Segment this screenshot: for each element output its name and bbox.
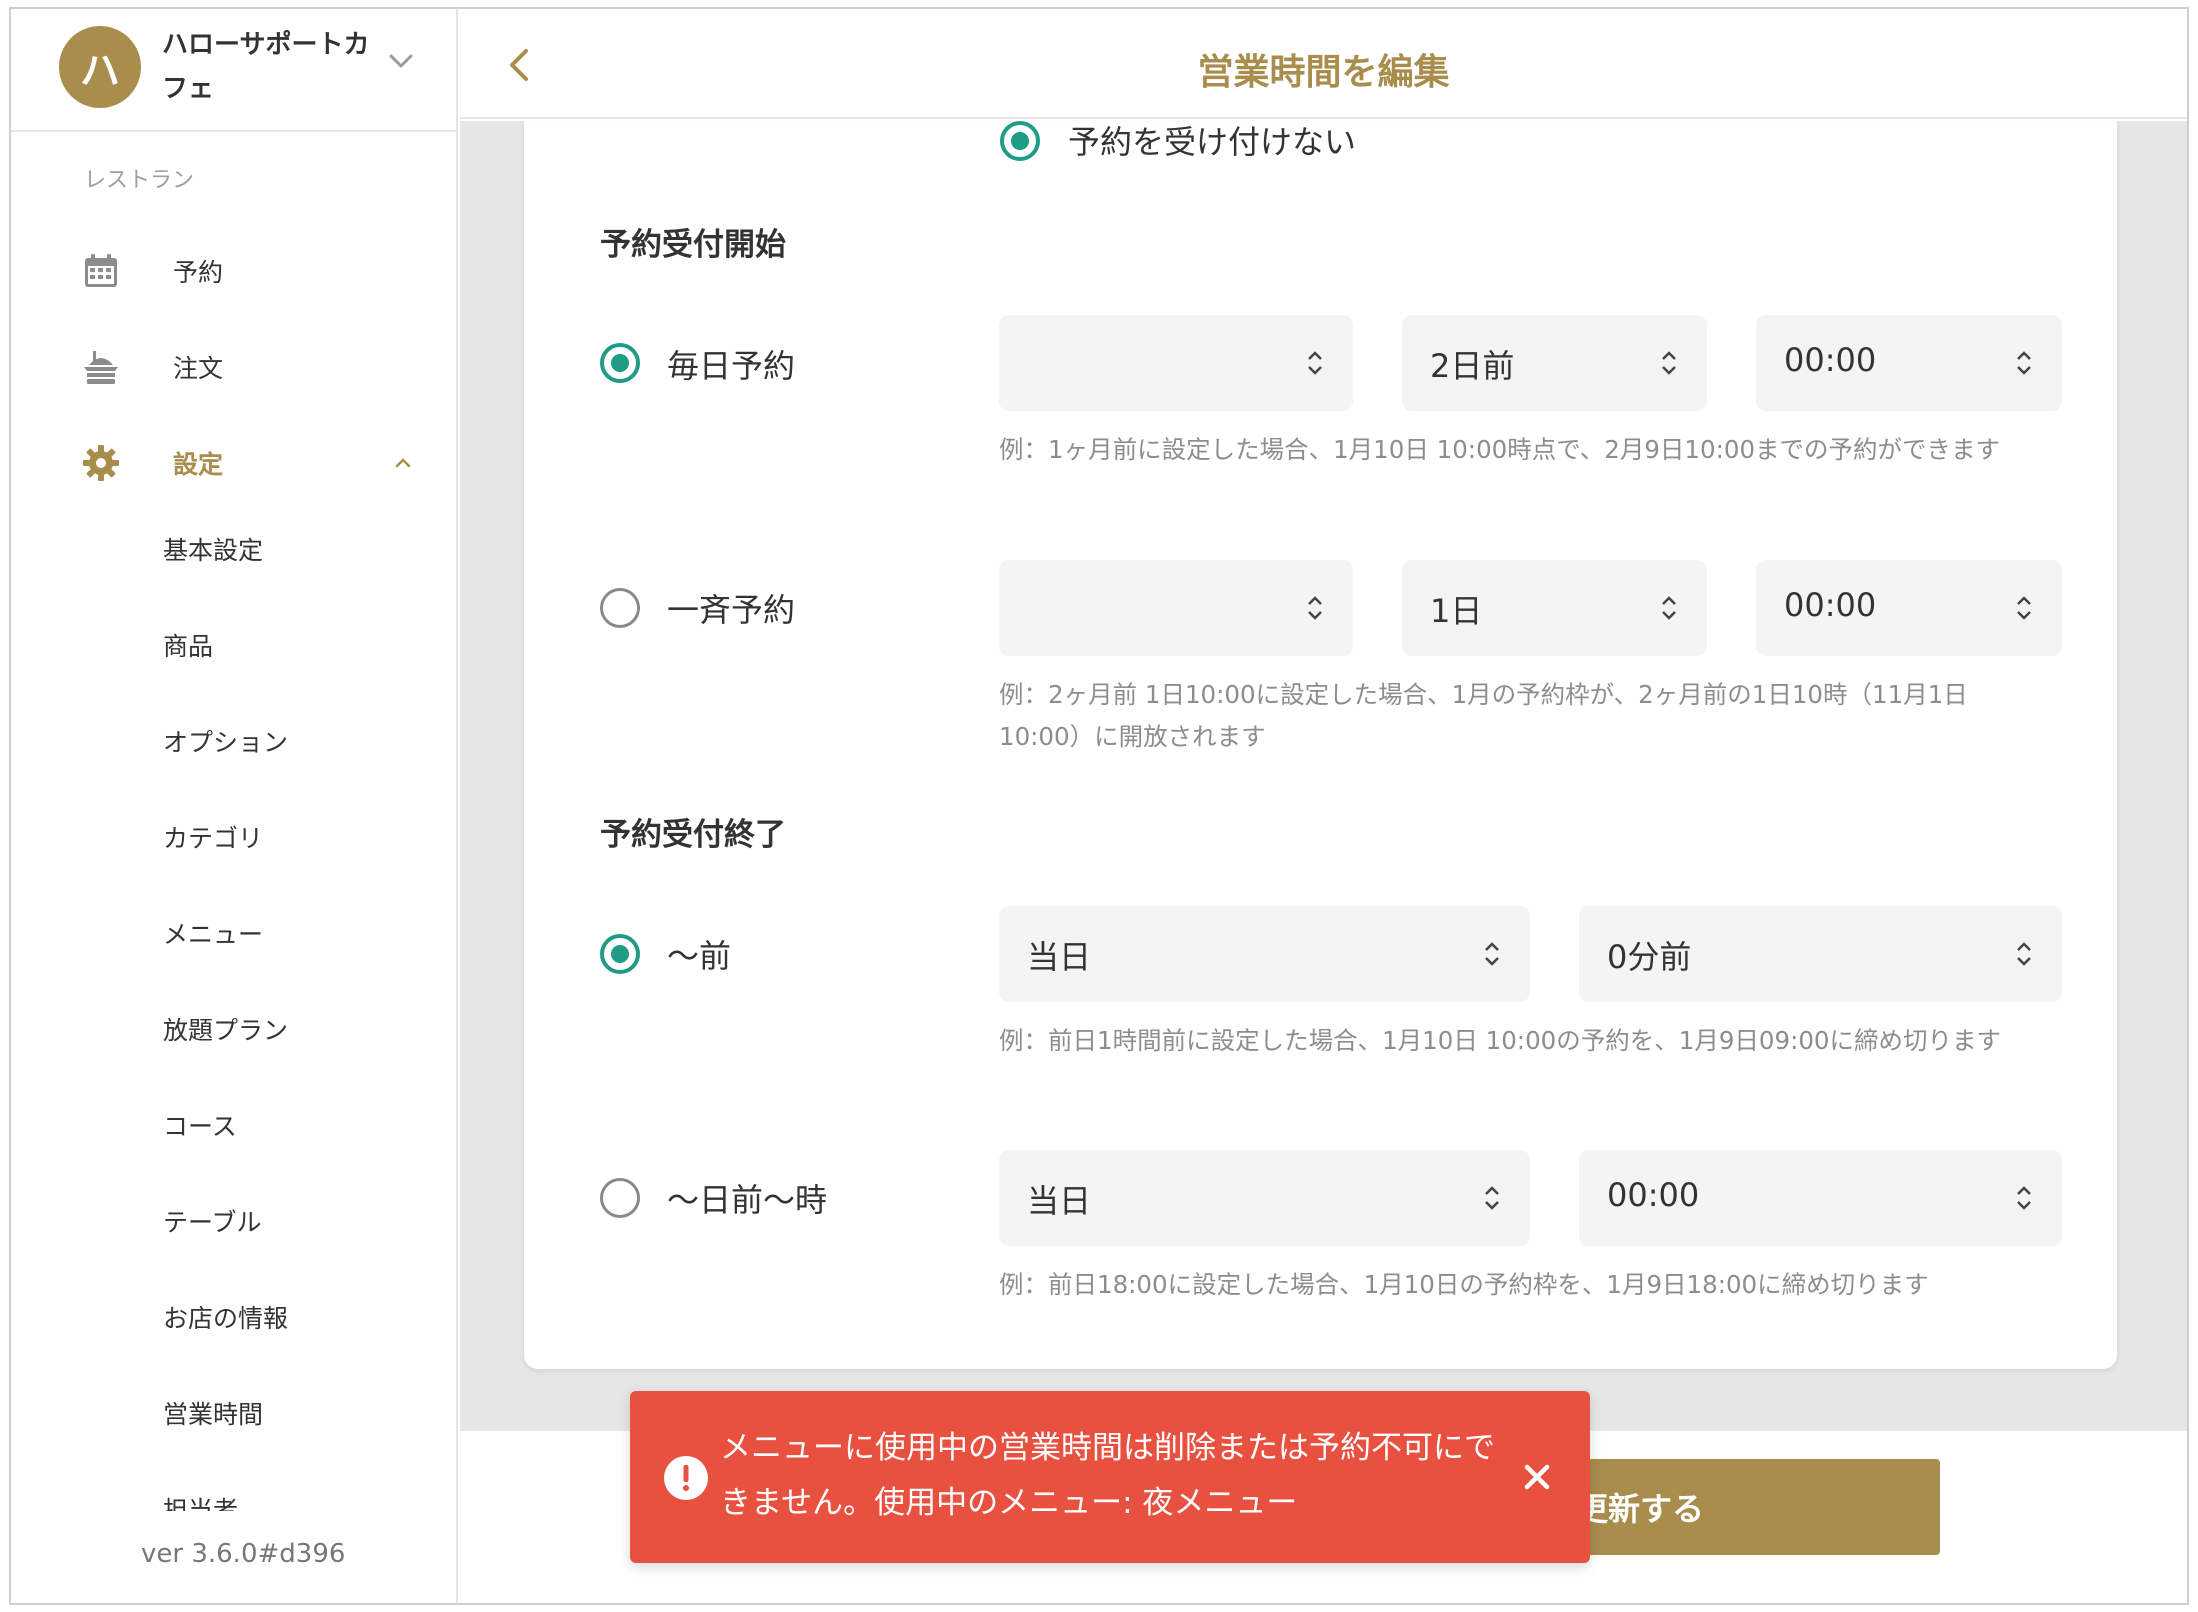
hint-before: 例：前日1時間前に設定した場合、1月10日 10:00の予約を、1月9日09:0… [999, 1026, 2002, 1055]
select-arrows-icon [1308, 351, 1322, 375]
gear-icon [83, 445, 119, 481]
select-value: 当日 [1027, 938, 1092, 976]
sidebar-item-reservation[interactable]: 予約 [11, 231, 458, 311]
calendar-icon [85, 254, 117, 287]
daily-period-select[interactable] [999, 315, 1353, 411]
daily-days-before-select[interactable]: 2日前 [1402, 315, 1707, 411]
sidebar-subitem-options[interactable]: オプション [163, 723, 288, 763]
select-arrows-icon [1662, 596, 1676, 620]
radio-bulk-reservation[interactable] [600, 588, 640, 628]
radio-no-reservation[interactable] [1000, 121, 1040, 161]
radio-days-before-time[interactable] [600, 1178, 640, 1218]
app-window: ハ ハローサポートカフェ レストラン 予約 注文 設定 基本設定 商品 オプショ… [9, 7, 2189, 1605]
sidebar-subitem-courses[interactable]: コース [163, 1107, 237, 1147]
hint-days-before-time: 例：前日18:00に設定した場合、1月10日の予約枠を、1月9日18:00に締め… [999, 1270, 1929, 1299]
select-value: 当日 [1027, 1182, 1092, 1220]
food-order-icon [84, 351, 118, 384]
store-avatar: ハ [59, 26, 141, 108]
page-title: 営業時間を編集 [1197, 52, 1450, 93]
before-minutes-select[interactable]: 0分前 [1579, 906, 2062, 1002]
sidebar-subitem-staff[interactable]: 担当者 [163, 1491, 238, 1511]
chevron-down-icon[interactable] [385, 45, 417, 77]
sidebar-item-order[interactable]: 注文 [11, 327, 458, 407]
select-value: 1日 [1430, 592, 1483, 630]
select-arrows-icon [1308, 596, 1322, 620]
sidebar-subitem-store-info[interactable]: お店の情報 [163, 1299, 288, 1339]
section-title-reservation-start: 予約受付開始 [600, 227, 786, 263]
business-hours-form: 予約を受け付けない 予約受付開始 毎日予約 2日前 00:00 例：1ヶ月前に設… [524, 121, 2117, 1369]
sidebar-subitem-all-you-can-plans[interactable]: 放題プラン [163, 1011, 288, 1051]
alert-icon [664, 1456, 708, 1500]
sidebar-subitem-menu[interactable]: メニュー [163, 915, 263, 955]
select-arrows-icon [1485, 1186, 1499, 1210]
radio-daily-reservation[interactable] [600, 343, 640, 383]
page-header: 営業時間を編集 [460, 9, 2187, 119]
select-arrows-icon [2017, 596, 2031, 620]
close-icon[interactable] [1517, 1457, 1557, 1497]
sidebar-item-label: 注文 [173, 354, 224, 383]
select-arrows-icon [2017, 1186, 2031, 1210]
bulk-day-select[interactable]: 1日 [1402, 560, 1707, 656]
select-value: 00:00 [1784, 586, 1877, 624]
sidebar-subitem-basic-settings[interactable]: 基本設定 [163, 531, 263, 571]
select-arrows-icon [1662, 351, 1676, 375]
sidebar-item-settings[interactable]: 設定 [11, 423, 458, 503]
radio-label-bulk-reservation: 一斉予約 [667, 591, 796, 629]
store-switcher[interactable]: ハ ハローサポートカフェ [11, 9, 458, 132]
store-name: ハローサポートカフェ [162, 30, 370, 104]
sidebar-subitem-products[interactable]: 商品 [163, 627, 213, 667]
hint-bulk-reservation: 例：2ヶ月前 1日10:00に設定した場合、1月の予約枠が、2ヶ月前の1日10時… [999, 680, 1968, 751]
select-arrows-icon [2017, 942, 2031, 966]
select-arrows-icon [2017, 351, 2031, 375]
chevron-up-icon[interactable] [389, 449, 417, 477]
radio-label-before: 〜前 [667, 937, 732, 975]
select-value: 2日前 [1430, 347, 1515, 385]
radio-label-daily-reservation: 毎日予約 [667, 347, 796, 385]
sidebar-subitem-tables[interactable]: テーブル [163, 1203, 262, 1243]
toast-message: メニューに使用中の営業時間は削除または予約不可にできません。使用中のメニュー: … [720, 1430, 1495, 1521]
days-before-time-select[interactable]: 00:00 [1579, 1150, 2062, 1246]
select-value: 0分前 [1607, 938, 1692, 976]
section-label-restaurant: レストラン [84, 168, 195, 193]
radio-label-no-reservation: 予約を受け付けない [1068, 123, 1357, 161]
version-label: ver 3.6.0#d396 [141, 1539, 346, 1569]
sidebar-item-label: 設定 [173, 450, 224, 479]
sidebar-subitem-business-hours[interactable]: 営業時間 [163, 1395, 263, 1435]
radio-label-days-before-time: 〜日前〜時 [667, 1181, 828, 1219]
radio-before[interactable] [600, 934, 640, 974]
sidebar: ハ ハローサポートカフェ レストラン 予約 注文 設定 基本設定 商品 オプショ… [11, 9, 458, 1603]
bulk-period-select[interactable] [999, 560, 1353, 656]
days-before-day-select[interactable]: 当日 [999, 1150, 1530, 1246]
select-value: 00:00 [1784, 341, 1877, 379]
hint-daily-reservation: 例：1ヶ月前に設定した場合、1月10日 10:00時点で、2月9日10:00まで… [999, 435, 2001, 464]
sidebar-subitem-categories[interactable]: カテゴリ [163, 819, 263, 859]
select-arrows-icon [1485, 942, 1499, 966]
sidebar-item-label: 予約 [173, 258, 224, 287]
error-toast: メニューに使用中の営業時間は削除または予約不可にできません。使用中のメニュー: … [630, 1391, 1590, 1563]
daily-time-select[interactable]: 00:00 [1756, 315, 2062, 411]
section-title-reservation-end: 予約受付終了 [600, 817, 786, 853]
bulk-time-select[interactable]: 00:00 [1756, 560, 2062, 656]
select-value: 00:00 [1607, 1176, 1700, 1214]
before-day-select[interactable]: 当日 [999, 906, 1530, 1002]
